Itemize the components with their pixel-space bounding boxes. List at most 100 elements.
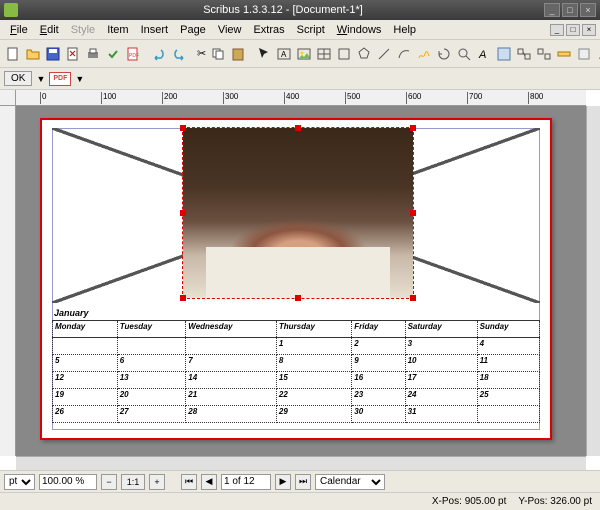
page-input[interactable] — [221, 474, 271, 490]
title-bar: Scribus 1.3.3.12 - [Document-1*] _ □ × — [0, 0, 600, 20]
measure-icon[interactable] — [555, 44, 573, 64]
resize-handle[interactable] — [295, 125, 301, 131]
doc-minimize-button[interactable]: _ — [550, 24, 564, 36]
doc-maximize-button[interactable]: □ — [566, 24, 580, 36]
zoom-out-icon[interactable]: − — [101, 474, 117, 490]
close-button[interactable]: × — [580, 3, 596, 17]
pdf-export-icon[interactable]: PDF — [124, 44, 142, 64]
link-frames-icon[interactable] — [515, 44, 533, 64]
shape-icon[interactable] — [335, 44, 353, 64]
day-header: Thursday — [276, 321, 351, 338]
line-icon[interactable] — [375, 44, 393, 64]
next-page-icon[interactable]: ▶ — [275, 474, 291, 490]
menu-insert[interactable]: Insert — [135, 22, 175, 38]
day-header: Tuesday — [117, 321, 186, 338]
save-icon[interactable] — [44, 44, 62, 64]
resize-handle[interactable] — [410, 295, 416, 301]
calendar-table[interactable]: Monday Tuesday Wednesday Thursday Friday… — [52, 320, 540, 423]
ypos-label: Y-Pos: — [518, 496, 547, 507]
page-viewport[interactable]: January Monday Tuesday Wednesday Thursda… — [16, 106, 586, 456]
text-frame-icon[interactable]: A — [275, 44, 293, 64]
eyedropper-icon[interactable] — [595, 44, 600, 64]
redo-icon[interactable] — [170, 44, 188, 64]
month-label: January — [54, 308, 89, 318]
table-icon[interactable] — [315, 44, 333, 64]
edit-text-icon[interactable]: A — [475, 44, 493, 64]
pdf-toolbar: OK ▼ PDF ▼ — [0, 68, 600, 90]
resize-handle[interactable] — [180, 295, 186, 301]
menu-style: Style — [65, 22, 101, 38]
polygon-icon[interactable] — [355, 44, 373, 64]
menu-edit[interactable]: Edit — [34, 22, 65, 38]
bezier-icon[interactable] — [395, 44, 413, 64]
image-frame-icon[interactable] — [295, 44, 313, 64]
unit-select[interactable]: pt — [4, 474, 35, 490]
horizontal-scrollbar[interactable] — [16, 456, 586, 470]
story-editor-icon[interactable] — [495, 44, 513, 64]
zoom-in-icon[interactable]: + — [149, 474, 165, 490]
zoom-100-button[interactable]: 1:1 — [121, 474, 145, 490]
xpos-value: 905.00 pt — [465, 496, 507, 507]
status-bar: pt − 1:1 + ⏮ ◀ ▶ ⏭ Calendar — [0, 470, 600, 492]
copy-props-icon[interactable] — [575, 44, 593, 64]
canvas-area: 0 100 200 300 400 500 600 700 800 — [0, 90, 600, 470]
open-icon[interactable] — [24, 44, 42, 64]
copy-icon[interactable] — [209, 44, 227, 64]
resize-handle[interactable] — [295, 295, 301, 301]
undo-icon[interactable] — [150, 44, 168, 64]
coord-bar: X-Pos: 905.00 pt Y-Pos: 326.00 pt — [0, 492, 600, 510]
resize-handle[interactable] — [180, 125, 186, 131]
menu-page[interactable]: Page — [174, 22, 212, 38]
close-doc-icon[interactable] — [64, 44, 82, 64]
window-title: Scribus 1.3.3.12 - [Document-1*] — [22, 4, 544, 16]
menu-windows[interactable]: Windows — [331, 22, 388, 38]
maximize-button[interactable]: □ — [562, 3, 578, 17]
vertical-ruler[interactable] — [0, 106, 16, 456]
select-icon[interactable] — [255, 44, 273, 64]
menu-bar: File Edit Style Item Insert Page View Ex… — [0, 20, 600, 40]
day-header: Friday — [352, 321, 405, 338]
freehand-icon[interactable] — [415, 44, 433, 64]
day-header: Saturday — [405, 321, 477, 338]
prev-page-icon[interactable]: ◀ — [201, 474, 217, 490]
svg-text:A: A — [478, 49, 486, 61]
day-header: Wednesday — [186, 321, 277, 338]
menu-file[interactable]: File — [4, 22, 34, 38]
day-header: Monday — [53, 321, 118, 338]
first-page-icon[interactable]: ⏮ — [181, 474, 197, 490]
menu-script[interactable]: Script — [291, 22, 331, 38]
ok-button[interactable]: OK — [4, 71, 32, 86]
resize-handle[interactable] — [180, 210, 186, 216]
cut-icon[interactable]: ✂ — [196, 44, 207, 64]
image-frame[interactable] — [182, 127, 414, 299]
unlink-frames-icon[interactable] — [535, 44, 553, 64]
xpos-label: X-Pos: — [432, 496, 462, 507]
day-header: Sunday — [477, 321, 539, 338]
vertical-scrollbar[interactable] — [586, 106, 600, 456]
document-page[interactable]: January Monday Tuesday Wednesday Thursda… — [40, 118, 552, 440]
pdf-badge: PDF — [49, 72, 71, 86]
ruler-origin[interactable] — [0, 90, 16, 106]
last-page-icon[interactable]: ⏭ — [295, 474, 311, 490]
menu-help[interactable]: Help — [387, 22, 422, 38]
app-icon — [4, 3, 18, 17]
doc-close-button[interactable]: × — [582, 24, 596, 36]
new-icon[interactable] — [4, 44, 22, 64]
resize-handle[interactable] — [410, 210, 416, 216]
menu-view[interactable]: View — [212, 22, 248, 38]
menu-item[interactable]: Item — [101, 22, 134, 38]
zoom-icon[interactable] — [455, 44, 473, 64]
rotate-icon[interactable] — [435, 44, 453, 64]
menu-extras[interactable]: Extras — [247, 22, 290, 38]
photo-content — [183, 128, 413, 298]
paste-icon[interactable] — [229, 44, 247, 64]
layer-select[interactable]: Calendar — [315, 474, 385, 490]
print-icon[interactable] — [84, 44, 102, 64]
svg-text:A: A — [281, 50, 287, 59]
resize-handle[interactable] — [410, 125, 416, 131]
horizontal-ruler[interactable]: 0 100 200 300 400 500 600 700 800 — [16, 90, 586, 106]
zoom-input[interactable] — [39, 474, 97, 490]
minimize-button[interactable]: _ — [544, 3, 560, 17]
preflight-icon[interactable] — [104, 44, 122, 64]
svg-text:PDF: PDF — [129, 53, 139, 59]
